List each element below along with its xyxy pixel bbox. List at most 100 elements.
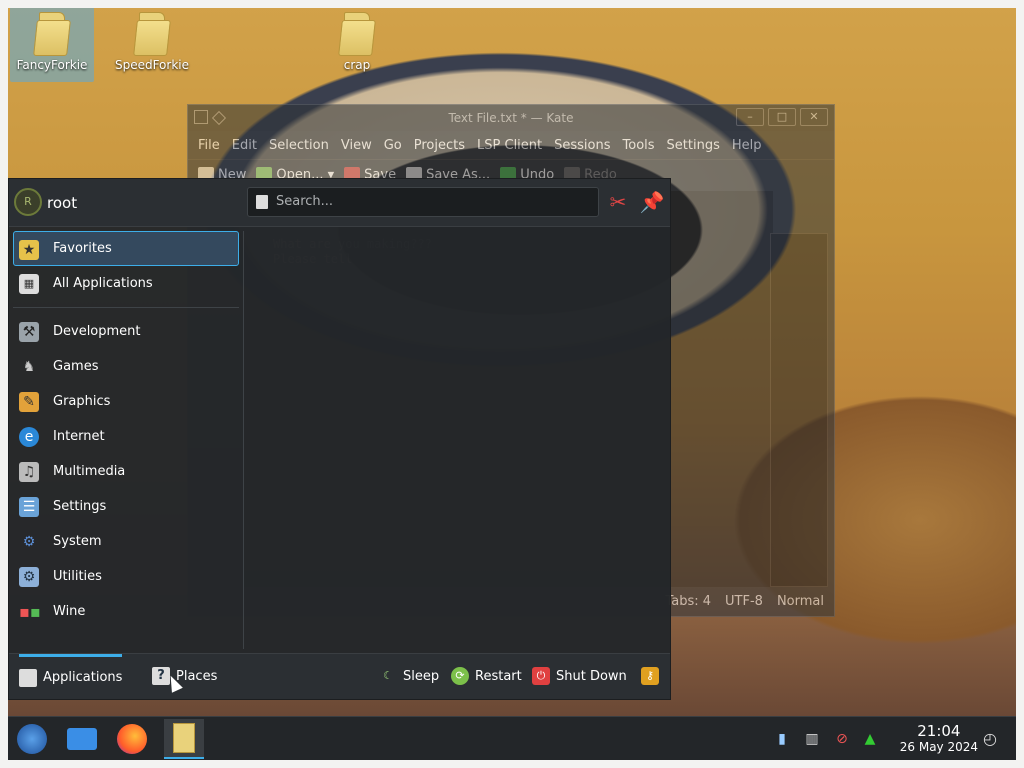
desktop-icon-label: crap [343,58,371,72]
search-icon [256,195,268,209]
battery-icon[interactable]: ▥ [802,729,822,749]
category-label: All Applications [53,276,153,291]
key-icon: ⚷ [641,667,659,685]
category-label: Graphics [53,394,111,409]
system-icon: ⚙ [22,534,36,550]
mode-setting[interactable]: Normal [777,594,824,609]
tab-places[interactable]: ? Places [152,654,217,698]
menu-settings[interactable]: Settings [661,138,726,153]
settings-icon: ☰ [19,497,39,517]
firefox-icon [117,724,147,754]
window-titlebar[interactable]: Text File.txt * — Kate – □ ✕ [188,105,834,131]
category-list: ★ Favorites ▦ All Applications ⚒ Develop… [9,231,243,629]
category-wine[interactable]: ▪▪ Wine [9,594,243,629]
development-icon: ⚒ [19,322,39,342]
kate-task-button[interactable] [164,719,204,759]
encoding-setting[interactable]: UTF-8 [725,594,763,609]
maximize-button[interactable]: □ [768,108,796,126]
menu-file[interactable]: File [192,138,226,153]
lock-screen-button[interactable]: ⚷ [641,664,659,688]
divider [13,307,239,308]
restart-icon: ⟳ [451,667,469,685]
category-label: Utilities [53,569,102,584]
games-icon: ♞ [22,359,36,375]
category-favorites[interactable]: ★ Favorites [13,231,239,266]
start-menu-button[interactable] [12,719,52,759]
kate-app-icon [173,723,195,753]
grid-icon: ▦ [19,274,39,294]
category-utilities[interactable]: ⚙ Utilities [9,559,243,594]
category-label: Internet [53,429,105,444]
category-all-applications[interactable]: ▦ All Applications [9,266,243,301]
configure-launcher-icon[interactable]: ✂ [605,189,631,215]
close-button[interactable]: ✕ [800,108,828,126]
menu-help[interactable]: Help [726,138,768,153]
app-icon [194,110,208,124]
desktop-icon-fancyforkie[interactable]: FancyForkie [10,6,94,82]
folder-icon [133,12,171,56]
firefox-button[interactable] [112,719,152,759]
avatar[interactable]: R [14,188,42,216]
menu-lsp-client[interactable]: LSP Client [471,138,548,153]
pin-icon[interactable]: 📌 [639,189,665,215]
menu-tools[interactable]: Tools [617,138,661,153]
menu-view[interactable]: View [335,138,378,153]
folder-icon [67,728,97,750]
minimap-scrollbar[interactable] [770,233,828,587]
wine-windows-icon: ▪▪ [19,602,41,621]
folder-icon [33,12,71,56]
clock-time: 21:04 [917,722,961,740]
menu-go[interactable]: Go [378,138,408,153]
launcher-footer: Applications ? Places ☾ Sleep ⟳ Restart … [9,653,670,699]
updates-arrow-icon[interactable]: ▲ [860,729,880,749]
favorites-icon: ★ [19,240,39,260]
menu-edit[interactable]: Edit [226,138,263,153]
file-manager-button[interactable] [62,719,102,759]
show-desktop-icon[interactable]: ◴ [980,729,1000,749]
sleep-button[interactable]: ☾ Sleep [379,664,439,688]
desktop-icon-crap[interactable]: crap [315,6,399,82]
network-disconnected-icon[interactable]: ⊘ [832,729,852,749]
menu-sessions[interactable]: Sessions [548,138,616,153]
clipboard-icon[interactable]: ▮ [772,729,792,749]
category-graphics[interactable]: ✎ Graphics [9,384,243,419]
minimize-button[interactable]: – [736,108,764,126]
keep-above-icon[interactable] [211,110,227,126]
menu-projects[interactable]: Projects [408,138,471,153]
application-launcher: R root Search... ✂ 📌 ★ Favorites ▦ All A… [8,178,671,700]
category-settings[interactable]: ☰ Settings [9,489,243,524]
category-games[interactable]: ♞ Games [9,349,243,384]
restart-button[interactable]: ⟳ Restart [451,664,522,688]
category-label: System [53,534,102,549]
menubar: File Edit Selection View Go Projects LSP… [188,131,834,159]
category-label: Development [53,324,141,339]
search-input[interactable]: Search... [247,187,599,217]
utilities-icon: ⚙ [19,567,39,587]
multimedia-icon: ♫ [19,462,39,482]
category-development[interactable]: ⚒ Development [9,314,243,349]
taskbar: ▮ ▥ ⊘ ▲ 21:04 26 May 2024 ◴ [8,716,1016,760]
category-label: Favorites [53,241,112,256]
menu-selection[interactable]: Selection [263,138,335,153]
divider [243,231,244,649]
desktop-icon-label: FancyForkie [16,58,88,72]
category-label: Wine [53,604,86,619]
desktop-icon-speedforkie[interactable]: SpeedForkie [110,6,194,82]
window-title: Text File.txt * — Kate [448,111,574,125]
category-system[interactable]: ⚙ System [9,524,243,559]
desktop-icon-label: SpeedForkie [114,58,190,72]
clock[interactable]: 21:04 26 May 2024 [900,722,978,755]
tab-applications[interactable]: Applications [19,654,123,698]
tabs-setting[interactable]: Tabs: 4 [665,594,711,609]
search-placeholder: Search... [276,194,334,209]
category-internet[interactable]: e Internet [9,419,243,454]
category-label: Games [53,359,99,374]
category-label: Multimedia [53,464,126,479]
graphics-icon: ✎ [19,392,39,412]
category-multimedia[interactable]: ♫ Multimedia [9,454,243,489]
internet-icon: e [19,427,39,447]
shutdown-button[interactable]: ⏻ Shut Down [532,664,627,688]
category-label: Settings [53,499,107,514]
launcher-header: R root Search... ✂ 📌 [9,179,670,227]
applications-grid-icon [19,668,37,687]
